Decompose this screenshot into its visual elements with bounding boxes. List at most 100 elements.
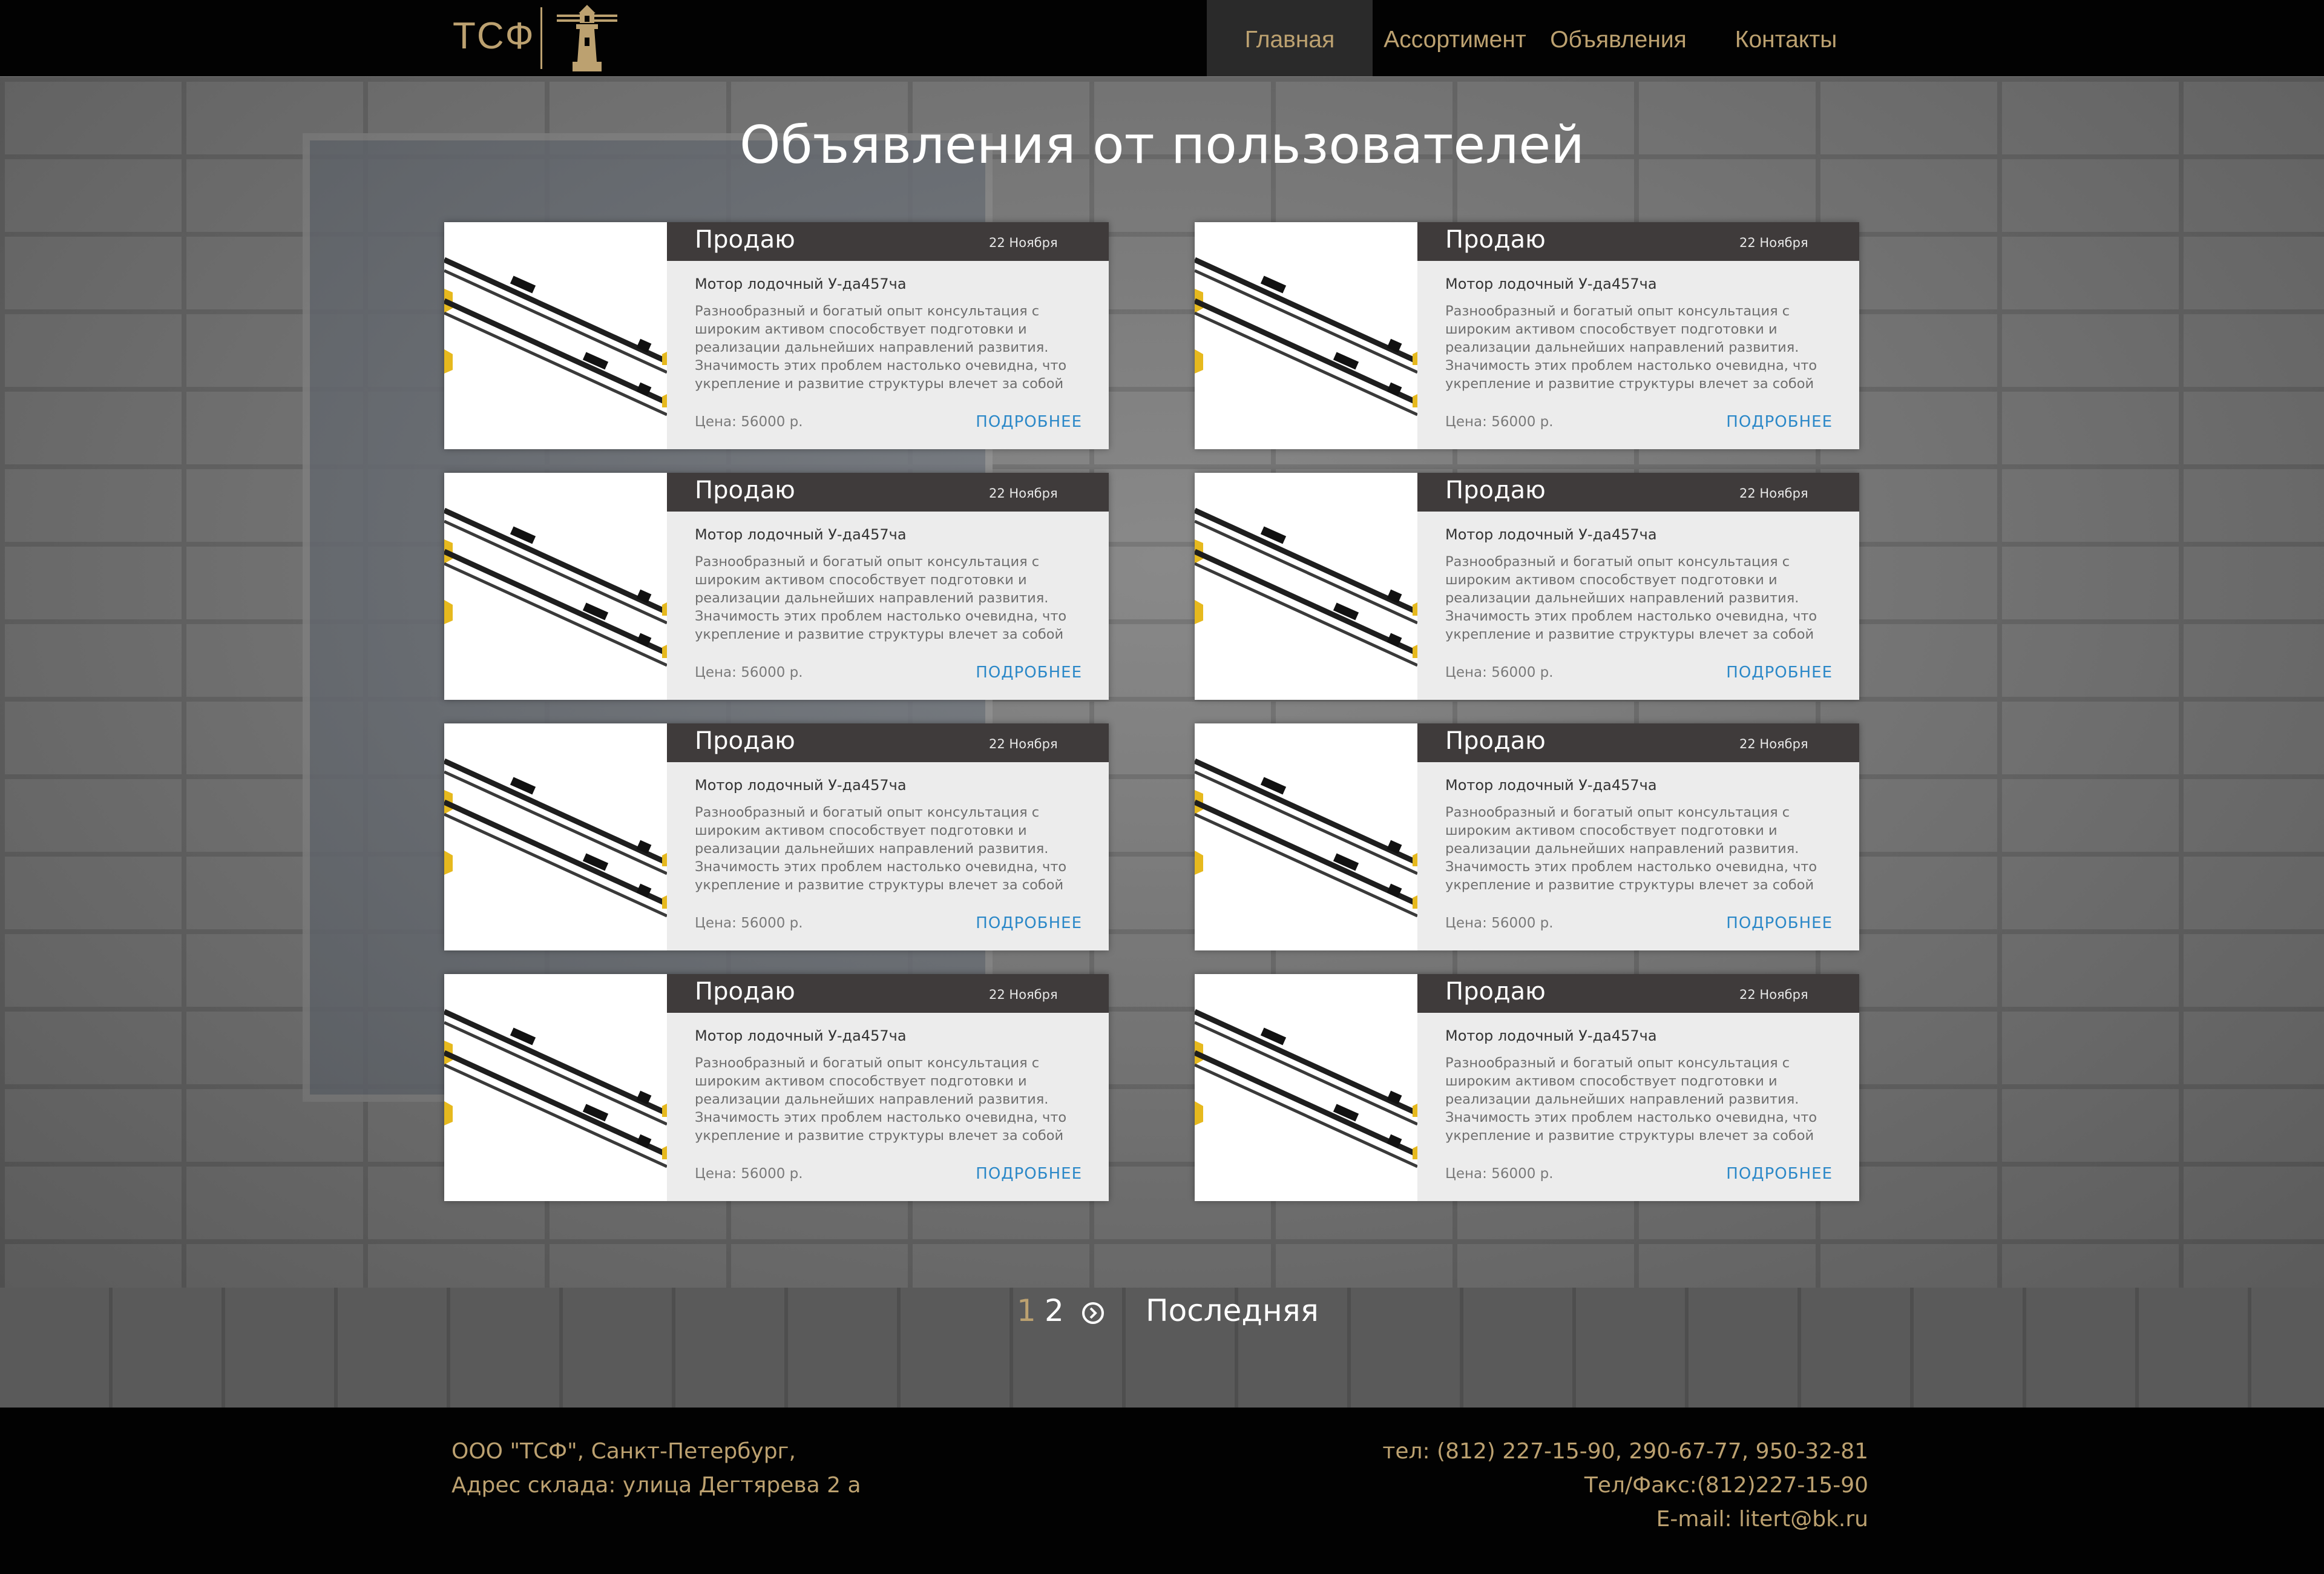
listing-type: Продаю bbox=[1445, 978, 1546, 1006]
listing-title: Мотор лодочный У-да457ча bbox=[695, 777, 907, 794]
product-image bbox=[444, 723, 667, 950]
listing-title: Мотор лодочный У-да457ча bbox=[695, 1027, 907, 1044]
listing-date: 22 Ноября bbox=[1739, 987, 1808, 1002]
listing-price: Цена: 56000 р. bbox=[1445, 665, 1554, 680]
listing-type: Продаю bbox=[695, 727, 795, 755]
more-details-link[interactable]: ПОДРОБНЕЕ bbox=[1726, 413, 1833, 431]
listing-price: Цена: 56000 р. bbox=[695, 1166, 803, 1182]
product-image bbox=[444, 974, 667, 1201]
product-image bbox=[1195, 222, 1417, 449]
site-header: ТСФ Главная Ассортимент Объявления Конта… bbox=[0, 0, 2324, 76]
product-image-frame[interactable] bbox=[444, 723, 667, 950]
card-header: Продаю 22 Ноября bbox=[667, 974, 1109, 1013]
product-image-frame[interactable] bbox=[444, 473, 667, 700]
more-details-link[interactable]: ПОДРОБНЕЕ bbox=[976, 1165, 1082, 1183]
listing-date: 22 Ноября bbox=[1739, 737, 1808, 751]
listing-price: Цена: 56000 р. bbox=[695, 414, 803, 430]
last-page-link[interactable]: Последняя bbox=[1146, 1293, 1319, 1328]
product-image-frame[interactable] bbox=[1195, 222, 1417, 449]
listing-date: 22 Ноября bbox=[989, 737, 1058, 751]
listing-title: Мотор лодочный У-да457ча bbox=[1445, 275, 1657, 292]
site-footer: ООО "ТСФ", Санкт-Петербург, Адрес склада… bbox=[0, 1408, 2324, 1574]
listing-description: Разнообразный и богатый опыт консультаци… bbox=[695, 1055, 1067, 1144]
listing-date: 22 Ноября bbox=[1739, 486, 1808, 501]
listing-title: Мотор лодочный У-да457ча bbox=[1445, 1027, 1657, 1044]
product-image bbox=[1195, 473, 1417, 700]
listing-title: Мотор лодочный У-да457ча bbox=[695, 526, 907, 543]
listing-title: Мотор лодочный У-да457ча bbox=[1445, 777, 1657, 794]
listing-card[interactable]: Продаю 22 Ноября Мотор лодочный У-да457ча Р… bbox=[444, 974, 1109, 1201]
card-header: Продаю 22 Ноября bbox=[1417, 723, 1859, 762]
page-1-current[interactable]: 1 bbox=[1017, 1293, 1036, 1328]
product-image bbox=[1195, 974, 1417, 1201]
listing-type: Продаю bbox=[695, 226, 795, 254]
product-image-frame[interactable] bbox=[1195, 974, 1417, 1201]
listing-description: Разнообразный и богатый опыт консультаци… bbox=[1445, 554, 1817, 642]
listing-title: Мотор лодочный У-да457ча bbox=[1445, 526, 1657, 543]
more-details-link[interactable]: ПОДРОБНЕЕ bbox=[976, 413, 1082, 431]
nav-item-home[interactable]: Главная bbox=[1207, 0, 1373, 76]
card-header: Продаю 22 Ноября bbox=[667, 222, 1109, 261]
listing-description: Разнообразный и богатый опыт консультаци… bbox=[1445, 303, 1817, 392]
listing-card[interactable]: Продаю 22 Ноября Мотор лодочный У-да457ча Р… bbox=[1195, 222, 1859, 449]
listing-date: 22 Ноября bbox=[1739, 235, 1808, 250]
footer-email[interactable]: E-mail: litert@bk.ru bbox=[1656, 1507, 1868, 1532]
listing-price: Цена: 56000 р. bbox=[695, 915, 803, 931]
more-details-link[interactable]: ПОДРОБНЕЕ bbox=[1726, 664, 1833, 682]
listing-description: Разнообразный и богатый опыт консультаци… bbox=[695, 554, 1067, 642]
product-image-frame[interactable] bbox=[444, 974, 667, 1201]
listing-card[interactable]: Продаю 22 Ноября Мотор лодочный У-да457ча Р… bbox=[1195, 723, 1859, 950]
product-image bbox=[1195, 723, 1417, 950]
listing-type: Продаю bbox=[1445, 226, 1546, 254]
listing-type: Продаю bbox=[1445, 476, 1546, 504]
card-header: Продаю 22 Ноября bbox=[1417, 473, 1859, 512]
listing-card[interactable]: Продаю 22 Ноября Мотор лодочный У-да457ча Р… bbox=[1195, 974, 1859, 1201]
card-header: Продаю 22 Ноября bbox=[1417, 974, 1859, 1013]
listing-date: 22 Ноября bbox=[989, 235, 1058, 250]
footer-address: Адрес склада: улица Дегтярева 2 а bbox=[451, 1473, 861, 1498]
footer-fax: Тел/Факс:(812)227-15-90 bbox=[1584, 1473, 1868, 1498]
listing-description: Разнообразный и богатый опыт консультаци… bbox=[695, 303, 1067, 392]
page-title: Объявления от пользователей bbox=[739, 115, 1585, 176]
footer-company: ООО "ТСФ", Санкт-Петербург, bbox=[451, 1439, 796, 1464]
listing-title: Мотор лодочный У-да457ча bbox=[695, 275, 907, 292]
card-header: Продаю 22 Ноября bbox=[1417, 222, 1859, 261]
listing-type: Продаю bbox=[1445, 727, 1546, 755]
product-image bbox=[444, 473, 667, 700]
nav-item-contacts[interactable]: Контакты bbox=[1703, 0, 1869, 76]
listing-description: Разнообразный и богатый опыт консультаци… bbox=[1445, 805, 1817, 893]
listing-date: 22 Ноября bbox=[989, 987, 1058, 1002]
product-image-frame[interactable] bbox=[1195, 723, 1417, 950]
card-header: Продаю 22 Ноября bbox=[667, 473, 1109, 512]
listing-price: Цена: 56000 р. bbox=[1445, 1166, 1554, 1182]
listing-description: Разнообразный и богатый опыт консультаци… bbox=[1445, 1055, 1817, 1144]
logo-divider bbox=[540, 7, 542, 69]
product-image bbox=[444, 222, 667, 449]
listing-price: Цена: 56000 р. bbox=[695, 665, 803, 680]
listing-card[interactable]: Продаю 22 Ноября Мотор лодочный У-да457ча Р… bbox=[444, 473, 1109, 700]
lighthouse-icon[interactable] bbox=[554, 4, 620, 73]
more-details-link[interactable]: ПОДРОБНЕЕ bbox=[976, 664, 1082, 682]
more-details-link[interactable]: ПОДРОБНЕЕ bbox=[1726, 1165, 1833, 1183]
listing-card[interactable]: Продаю 22 Ноября Мотор лодочный У-да457ча Р… bbox=[1195, 473, 1859, 700]
listing-date: 22 Ноября bbox=[989, 486, 1058, 501]
listing-card[interactable]: Продаю 22 Ноября Мотор лодочный У-да457ча Р… bbox=[444, 222, 1109, 449]
listing-card[interactable]: Продаю 22 Ноября Мотор лодочный У-да457ча Р… bbox=[444, 723, 1109, 950]
page-2-link[interactable]: 2 bbox=[1045, 1293, 1064, 1328]
nav-item-listings[interactable]: Объявления bbox=[1540, 0, 1697, 76]
logo-text[interactable]: ТСФ bbox=[453, 15, 535, 58]
card-header: Продаю 22 Ноября bbox=[667, 723, 1109, 762]
listing-type: Продаю bbox=[695, 978, 795, 1006]
more-details-link[interactable]: ПОДРОБНЕЕ bbox=[976, 914, 1082, 932]
nav-item-assortment[interactable]: Ассортимент bbox=[1376, 0, 1534, 76]
listing-price: Цена: 56000 р. bbox=[1445, 414, 1554, 430]
chevron-right-circle-icon[interactable] bbox=[1082, 1302, 1105, 1325]
more-details-link[interactable]: ПОДРОБНЕЕ bbox=[1726, 914, 1833, 932]
listing-price: Цена: 56000 р. bbox=[1445, 915, 1554, 931]
listing-type: Продаю bbox=[695, 476, 795, 504]
background-shade bbox=[0, 77, 2324, 1288]
listing-description: Разнообразный и богатый опыт консультаци… bbox=[695, 805, 1067, 893]
footer-phones: тел: (812) 227-15-90, 290-67-77, 950-32-… bbox=[1382, 1439, 1868, 1464]
product-image-frame[interactable] bbox=[444, 222, 667, 449]
product-image-frame[interactable] bbox=[1195, 473, 1417, 700]
